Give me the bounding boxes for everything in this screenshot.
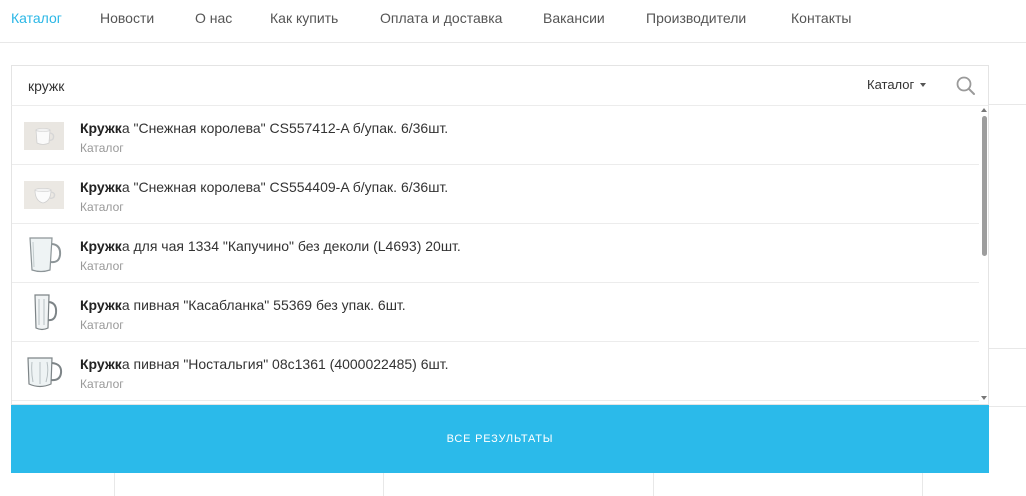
product-thumbnail xyxy=(24,352,64,392)
result-item[interactable]: Кружка "Снежная королева" CS557412-A б/у… xyxy=(12,106,979,165)
scroll-up-icon[interactable] xyxy=(981,108,987,112)
result-item[interactable]: Кружка для чая 1334 "Капучино" без декол… xyxy=(12,224,979,283)
nav-item-catalog[interactable]: Каталог xyxy=(11,10,62,26)
product-thumbnail xyxy=(24,234,64,274)
result-title: Кружка "Снежная королева" CS554409-A б/у… xyxy=(80,179,448,195)
bg-divider xyxy=(383,473,384,496)
beer-mug-icon xyxy=(27,357,63,388)
bg-divider xyxy=(922,473,923,496)
product-thumbnail xyxy=(24,175,64,215)
nav-item-about[interactable]: О нас xyxy=(195,10,232,26)
bg-divider xyxy=(989,406,1026,407)
nav-item-contacts[interactable]: Контакты xyxy=(791,10,851,26)
all-results-button[interactable]: ВСЕ РЕЗУЛЬТАТЫ xyxy=(11,405,989,473)
glass-mug-icon xyxy=(29,237,62,273)
product-thumbnail xyxy=(24,116,64,156)
beer-mug-tall-icon xyxy=(34,294,58,331)
bg-divider xyxy=(989,348,1026,349)
nav-item-vacancies[interactable]: Вакансии xyxy=(543,10,605,26)
result-item[interactable]: Кружка "Снежная королева" CS554409-A б/у… xyxy=(12,165,979,224)
caret-down-icon xyxy=(920,82,927,87)
result-match-highlight: Кружк xyxy=(80,356,122,372)
nav-item-news[interactable]: Новости xyxy=(100,10,154,26)
result-match-highlight: Кружк xyxy=(80,120,122,136)
result-title-rest: а "Снежная королева" CS557412-A б/упак. … xyxy=(121,120,449,136)
search-scope-select[interactable]: Каталог xyxy=(867,77,927,93)
result-match-highlight: Кружк xyxy=(80,297,122,313)
result-title: Кружка пивная "Ностальгия" 08с1361 (4000… xyxy=(80,356,449,372)
bg-divider xyxy=(989,104,1026,105)
search-button[interactable] xyxy=(955,75,977,97)
result-match-highlight: Кружк xyxy=(80,179,122,195)
result-title-rest: а пивная "Ностальгия" 08с1361 (400002248… xyxy=(121,356,449,372)
result-category: Каталог xyxy=(80,318,124,332)
search-scope-label: Каталог xyxy=(867,77,915,92)
results-scrollbar[interactable] xyxy=(979,106,988,404)
result-match-highlight: Кружк xyxy=(80,238,122,254)
result-category: Каталог xyxy=(80,200,124,214)
search-bar: Каталог xyxy=(11,65,989,105)
result-category: Каталог xyxy=(80,377,124,391)
result-title: Кружка пивная "Касабланка" 55369 без упа… xyxy=(80,297,406,313)
search-results-dropdown: Кружка "Снежная королева" CS557412-A б/у… xyxy=(11,105,989,405)
scrollbar-thumb[interactable] xyxy=(982,116,987,256)
search-icon xyxy=(956,76,975,95)
product-thumbnail xyxy=(24,293,64,333)
result-title-rest: а "Снежная королева" CS554409-A б/упак. … xyxy=(121,179,449,195)
result-category: Каталог xyxy=(80,141,124,155)
result-title-rest: а для чая 1334 "Капучино" без деколи (L4… xyxy=(121,238,461,254)
result-title-rest: а пивная "Касабланка" 55369 без упак. 6ш… xyxy=(121,297,406,313)
top-nav: Каталог Новости О нас Как купить Оплата … xyxy=(0,0,1026,43)
bg-divider xyxy=(114,473,115,496)
result-item[interactable]: Кружка пивная "Ностальгия" 08с1361 (4000… xyxy=(12,342,979,401)
result-category: Каталог xyxy=(80,259,124,273)
result-title: Кружка "Снежная королева" CS557412-A б/у… xyxy=(80,120,448,136)
result-title: Кружка для чая 1334 "Капучино" без декол… xyxy=(80,238,461,254)
result-item[interactable]: Кружка пивная "Касабланка" 55369 без упа… xyxy=(12,283,979,342)
nav-item-payment-delivery[interactable]: Оплата и доставка xyxy=(380,10,502,26)
search-input[interactable] xyxy=(28,76,728,96)
cup-white-icon xyxy=(24,122,64,150)
nav-item-manufacturers[interactable]: Производители xyxy=(646,10,746,26)
nav-item-how-to-buy[interactable]: Как купить xyxy=(270,10,338,26)
scroll-down-icon[interactable] xyxy=(981,396,987,400)
cup-white-icon xyxy=(24,181,64,209)
bg-divider xyxy=(653,473,654,496)
